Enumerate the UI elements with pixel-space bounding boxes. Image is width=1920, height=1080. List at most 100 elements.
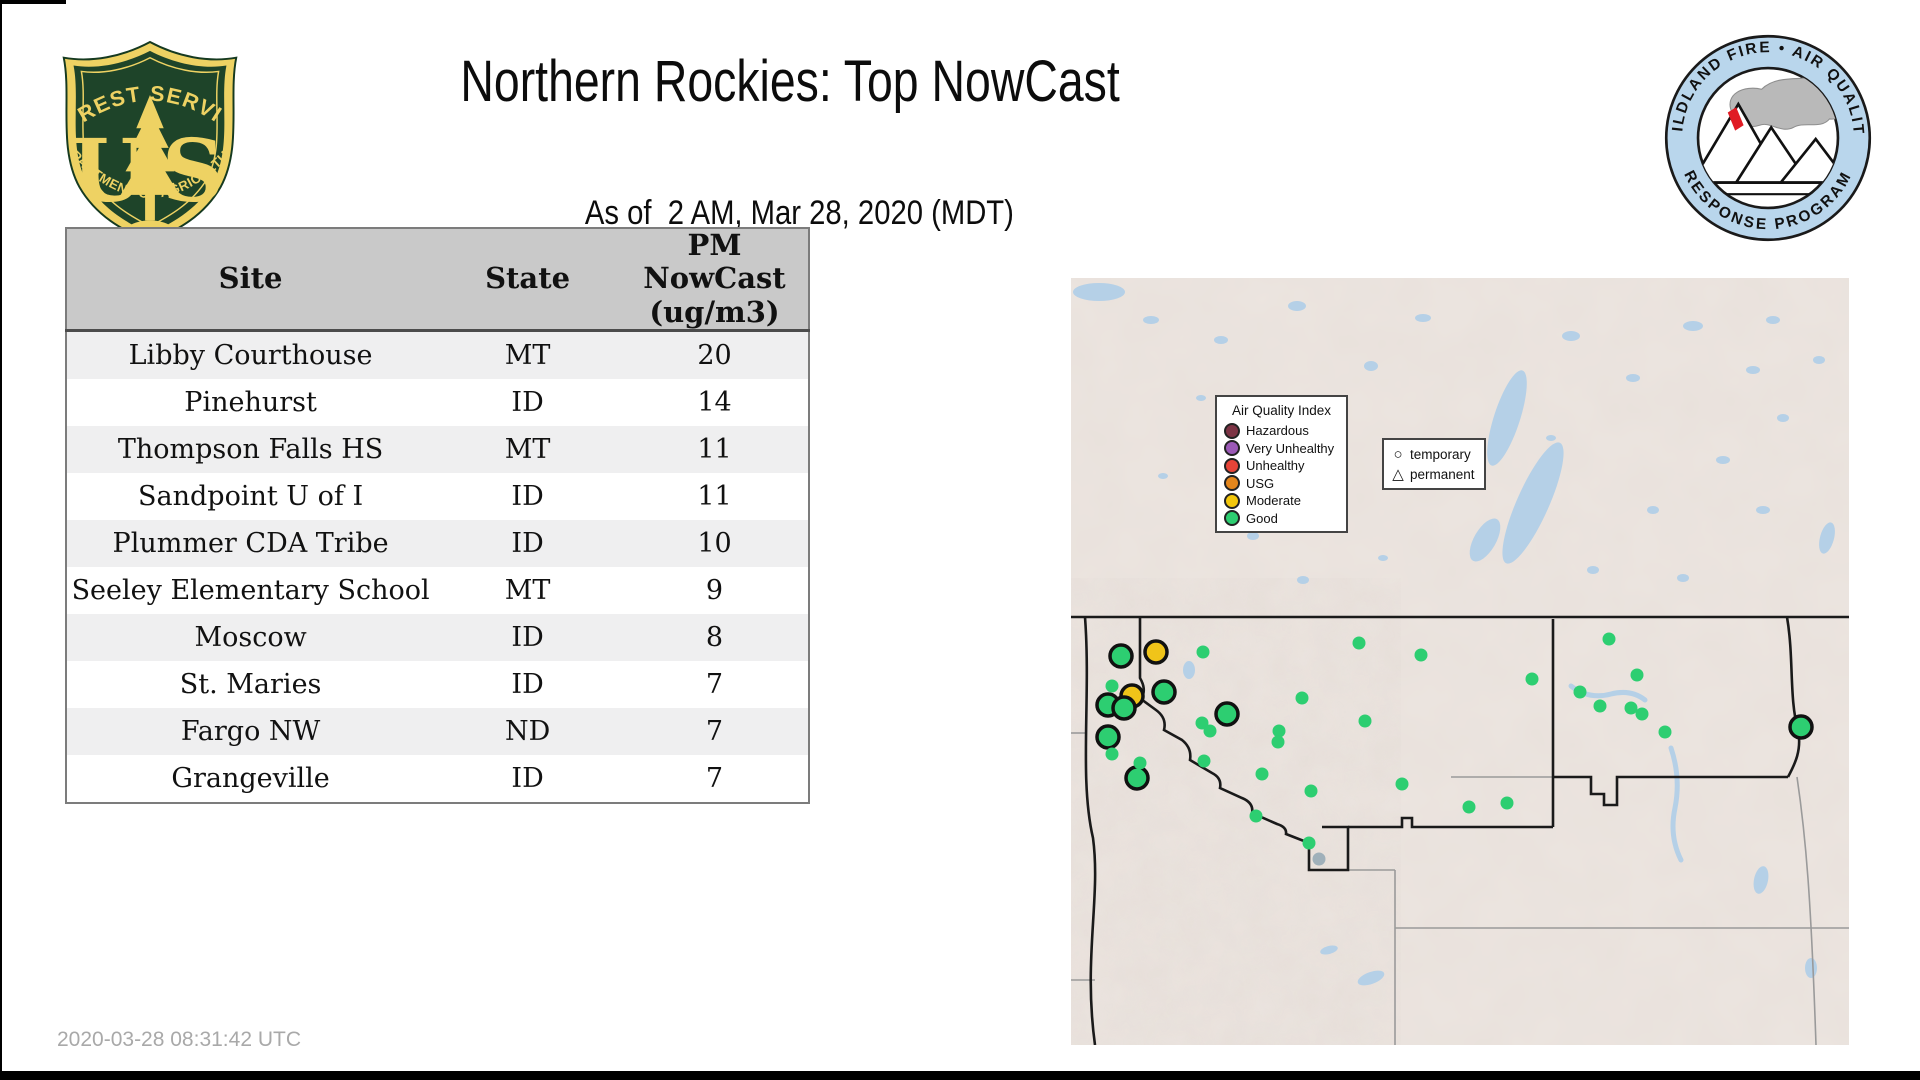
site-cell: Sandpoint U of I	[138, 481, 364, 513]
monitor-marker-permanent	[1624, 701, 1638, 715]
monitor-marker-permanent	[1312, 852, 1326, 866]
aqi-color-swatch	[1224, 440, 1240, 457]
pm-value-cell: 7	[705, 763, 724, 795]
state-cell: MT	[434, 426, 622, 474]
monitor-marker-permanent	[1462, 800, 1476, 814]
header-site: Site	[66, 228, 435, 333]
monitor-marker-permanent	[1414, 648, 1428, 662]
header-pm-nowcast: PM NowCast (ug/m3)	[621, 228, 809, 333]
slide-edge-bottom	[0, 1071, 1920, 1080]
pm-value-cell: 8	[621, 614, 809, 662]
aqi-legend-item: Good	[1224, 510, 1339, 528]
monitor-marker-temporary	[1124, 765, 1150, 791]
state-cell: ID	[511, 763, 544, 795]
state-cell: ID	[511, 387, 544, 419]
state-cell: MT	[434, 330, 622, 380]
aqi-legend-item: Very Unhealthy	[1224, 440, 1339, 458]
aqi-color-swatch	[1224, 510, 1240, 527]
page-title-text: Northern Rockies: Top NowCast	[460, 49, 1120, 114]
table-row: Thompson Falls HS MT 11	[66, 426, 809, 474]
aqi-category-label: Moderate	[1246, 493, 1301, 509]
table-row: Plummer CDA Tribe ID 10	[66, 520, 809, 568]
site-cell: Seeley Elementary School	[71, 575, 430, 607]
monitor-marker-permanent	[1658, 725, 1672, 739]
aqi-category-label: Hazardous	[1246, 423, 1309, 439]
monitor-marker-permanent	[1255, 767, 1269, 781]
legend-row-permanent: △ permanent	[1390, 464, 1478, 484]
monitor-map: Air Quality Index Hazardous Very Unhealth…	[1071, 278, 1849, 1045]
aqi-color-swatch	[1224, 457, 1240, 474]
monitor-marker-permanent	[1203, 724, 1217, 738]
monitor-marker-permanent	[1630, 668, 1644, 682]
aqi-category-label: Very Unhealthy	[1246, 440, 1335, 456]
table-row: Sandpoint U of I ID 11	[66, 473, 809, 520]
monitor-marker-permanent	[1395, 777, 1409, 791]
table-row: Seeley Elementary School MT 9	[66, 567, 809, 614]
table-row: Pinehurst ID 14	[66, 379, 809, 426]
aqi-legend: Air Quality Index Hazardous Very Unhealth…	[1215, 395, 1348, 533]
wfaqrp-logo: WILDLAND FIRE • AIR QUALITY RESPONSE PRO…	[1654, 19, 1874, 249]
monitor-marker-temporary	[1788, 714, 1814, 740]
temporary-circle-icon: ○	[1393, 445, 1403, 463]
page-subtitle: As of 2 AM, Mar 28, 2020 (MDT)	[300, 155, 1280, 233]
monitor-marker-permanent	[1525, 672, 1539, 686]
site-cell: Fargo NW	[66, 708, 435, 756]
site-cell: Grangeville	[171, 763, 330, 795]
site-cell: Pinehurst	[184, 387, 317, 419]
map-canvas	[1071, 278, 1849, 1045]
monitor-marker-permanent	[1500, 796, 1514, 810]
monitor-marker-permanent	[1304, 784, 1318, 798]
table-row: Grangeville ID 7	[66, 755, 809, 803]
table-row: Fargo NW ND 7	[66, 708, 809, 756]
state-cell: ID	[434, 614, 622, 662]
state-cell: ND	[434, 708, 622, 756]
permanent-triangle-icon: △	[1392, 465, 1404, 483]
pm-value-cell: 20	[621, 330, 809, 380]
monitor-marker-permanent	[1271, 735, 1285, 749]
site-cell: Plummer CDA Tribe	[66, 520, 435, 568]
aqi-legend-title: Air Quality Index	[1231, 403, 1332, 418]
pm-value-cell: 7	[705, 669, 724, 701]
site-cell: Moscow	[66, 614, 435, 662]
monitor-marker-permanent	[1105, 679, 1119, 693]
monitor-marker-permanent	[1196, 645, 1210, 659]
monitor-marker-permanent	[1573, 685, 1587, 699]
monitor-marker-permanent	[1249, 809, 1263, 823]
page-title: Northern Rockies: Top NowCast	[300, 48, 1280, 115]
aqi-color-swatch	[1224, 422, 1240, 439]
state-cell: ID	[511, 669, 544, 701]
wfaqrp-logo-icon: WILDLAND FIRE • AIR QUALITY RESPONSE PRO…	[1654, 19, 1872, 242]
site-cell: Thompson Falls HS	[66, 426, 435, 474]
pm-value-cell: 11	[621, 426, 809, 474]
monitor-marker-permanent	[1593, 699, 1607, 713]
slide-edge-left	[0, 0, 2, 1080]
site-cell: St. Maries	[179, 669, 322, 701]
aqi-legend-item: Unhealthy	[1224, 457, 1339, 475]
monitor-marker-temporary	[1095, 724, 1121, 750]
monitor-marker-permanent	[1352, 636, 1366, 650]
pm-value-cell: 9	[705, 575, 724, 607]
nowcast-table: Site State PM NowCast (ug/m3) Libby Cour…	[65, 227, 810, 805]
table-row: St. Maries ID 7	[66, 661, 809, 708]
table-row: Moscow ID 8	[66, 614, 809, 662]
monitor-marker-permanent	[1302, 836, 1316, 850]
monitor-marker-temporary	[1111, 695, 1137, 721]
slide: { "slide": { "title": "Northern Rockies:…	[0, 0, 1920, 1080]
aqi-color-swatch	[1224, 492, 1240, 509]
state-cell: ID	[511, 481, 544, 513]
forest-service-logo: FOREST SERVICE U S DEPARTMENT OF AGRICUL…	[43, 18, 248, 251]
aqi-legend-item: Moderate	[1224, 492, 1339, 510]
legend-row-temporary: ○ temporary	[1390, 444, 1478, 464]
monitor-marker-temporary	[1151, 679, 1177, 705]
permanent-label: permanent	[1410, 466, 1475, 482]
header-state: State	[434, 228, 622, 333]
pm-value-cell: 11	[697, 481, 732, 513]
temporary-label: temporary	[1410, 446, 1471, 462]
monitor-marker-temporary	[1214, 701, 1240, 727]
table-header-row: Site State PM NowCast (ug/m3)	[66, 228, 809, 333]
site-cell: Libby Courthouse	[66, 330, 435, 380]
forest-service-shield-icon: FOREST SERVICE U S DEPARTMENT OF AGRICUL…	[43, 18, 238, 245]
state-cell: ID	[434, 520, 622, 568]
table-row: Libby Courthouse MT 20	[66, 330, 809, 380]
slide-edge-top-mark	[0, 0, 66, 4]
